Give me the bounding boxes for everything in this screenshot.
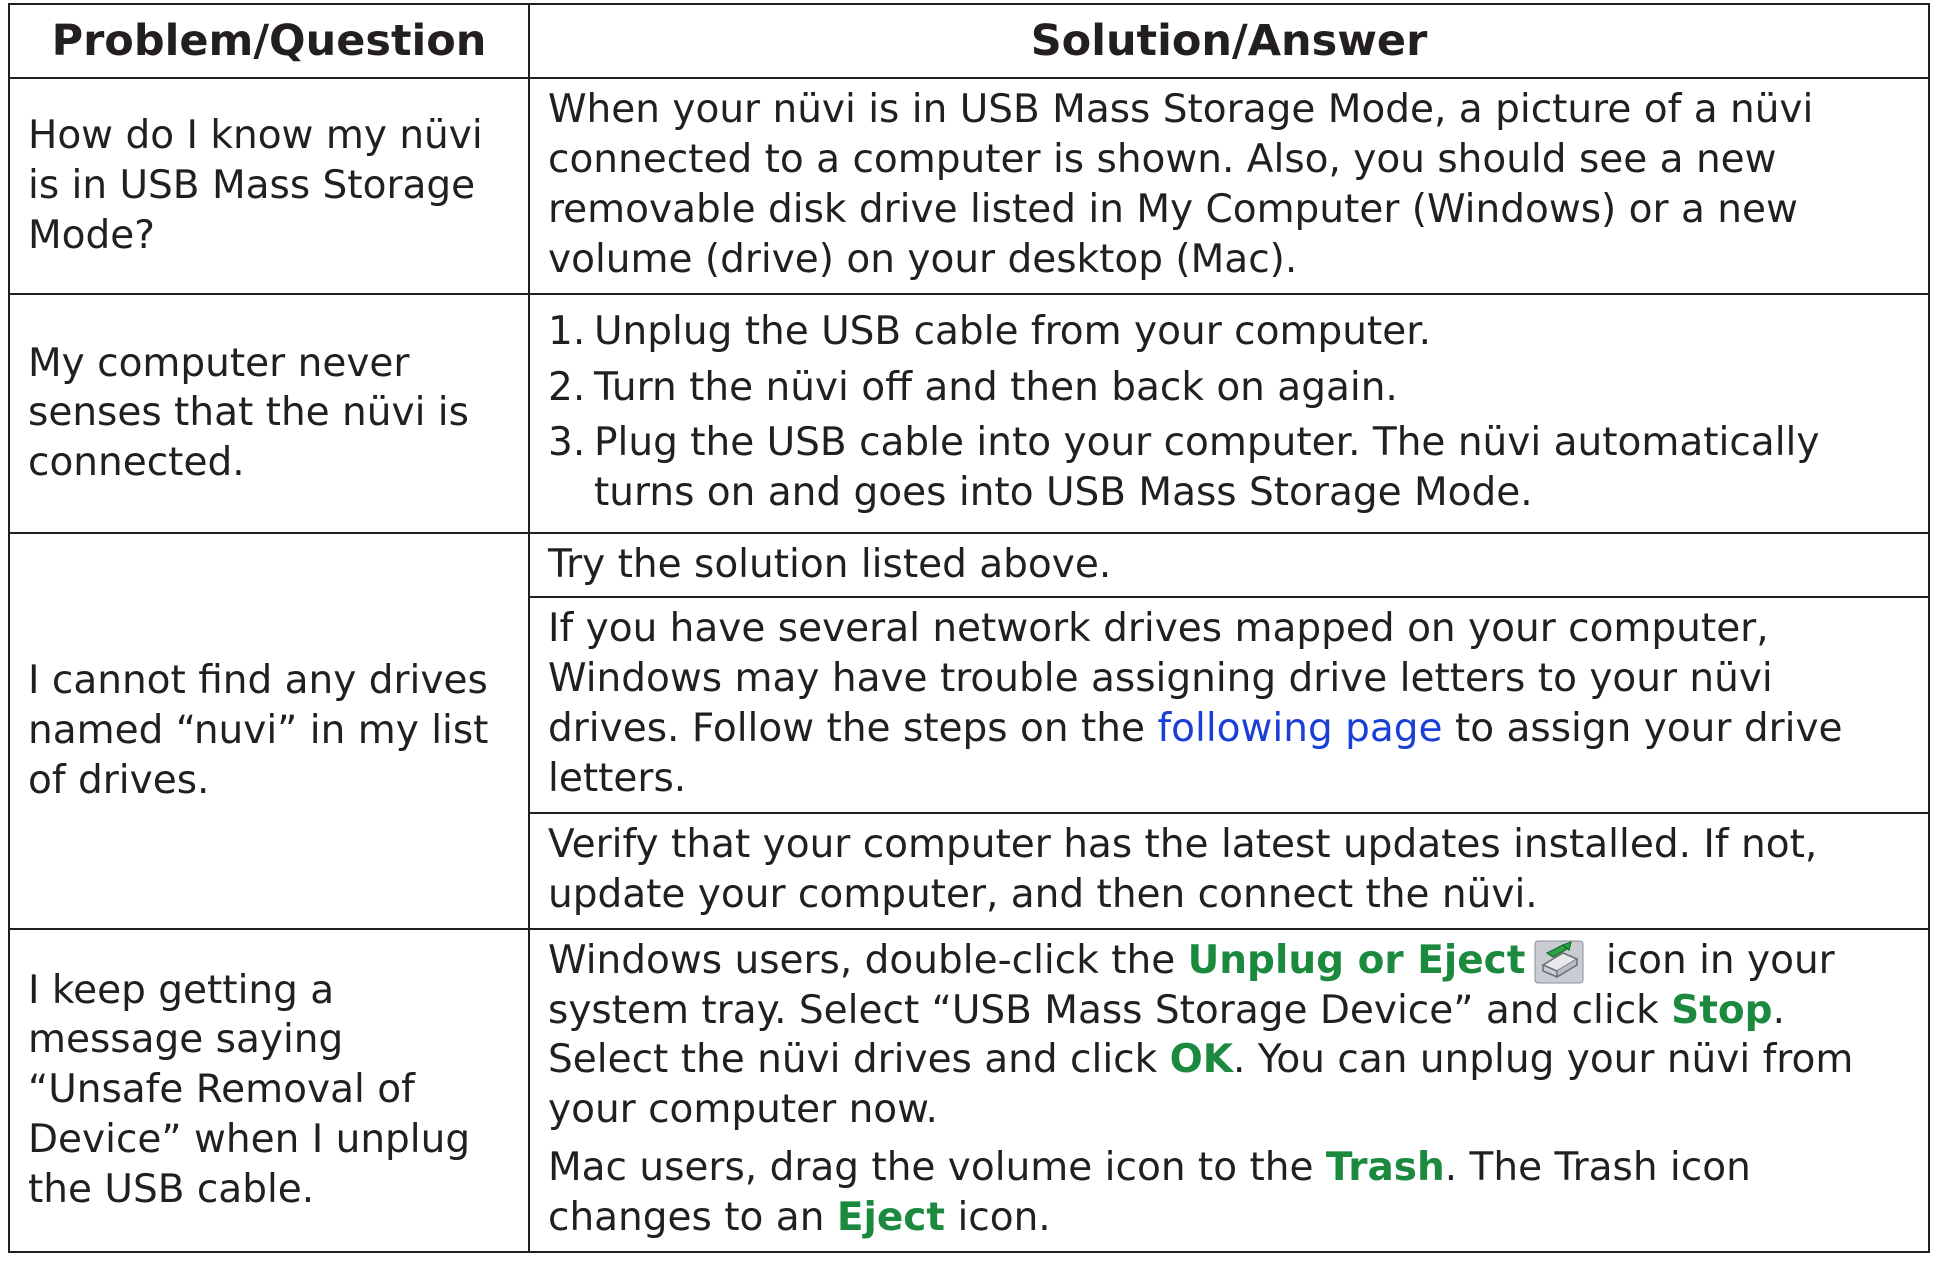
table-row: How do I know my nüvi is in USB Mass Sto… [8, 77, 1930, 295]
following-page-link[interactable]: following page [1157, 706, 1442, 751]
table-row: My computer never senses that the nüvi i… [8, 292, 1930, 535]
step-item: 2. Turn the nüvi off and then back on ag… [548, 363, 1914, 413]
answer-text: icon. [945, 1195, 1051, 1241]
step-item: 1. Unplug the USB cable from your comput… [548, 307, 1914, 357]
ok-label: OK [1169, 1037, 1233, 1083]
step-number: 3. [548, 420, 586, 466]
mac-instructions: Mac users, drag the volume icon to the T… [548, 1143, 1914, 1243]
question-cell: My computer never senses that the nüvi i… [8, 292, 530, 535]
step-text: Turn the nüvi off and then back on again… [594, 364, 1398, 410]
unplug-or-eject-icon [1533, 939, 1585, 985]
question-cell: How do I know my nüvi is in USB Mass Sto… [8, 77, 530, 295]
step-text: Unplug the USB cable from your computer. [594, 308, 1432, 354]
header-solution-answer: Solution/Answer [528, 3, 1930, 79]
answer-cell-steps: 1. Unplug the USB cable from your comput… [528, 292, 1930, 535]
step-text: Plug the USB cable into your computer. T… [594, 420, 1820, 516]
windows-instructions: Windows users, double-click the Unplug o… [548, 936, 1914, 1136]
question-cell: I cannot find any drives named “nuvi” in… [8, 532, 530, 930]
answer-text: Mac users, drag the volume icon to the [548, 1145, 1326, 1191]
troubleshooting-table: Problem/Question Solution/Answer How do … [8, 3, 1930, 1254]
step-number: 1. [548, 308, 586, 354]
header-problem-question: Problem/Question [8, 3, 530, 79]
table-row: I cannot find any drives named “nuvi” in… [8, 532, 1930, 930]
answer-cell: Try the solution listed above. [528, 532, 1930, 599]
table-row: I keep getting a message saying “Unsafe … [8, 927, 1930, 1254]
unplug-or-eject-label: Unplug or Eject [1187, 937, 1526, 983]
eject-label: Eject [836, 1195, 946, 1241]
question-cell: I keep getting a message saying “Unsafe … [8, 927, 530, 1254]
answer-text: Windows users, double-click the [548, 937, 1188, 983]
answer-cell: Verify that your computer has the latest… [528, 811, 1930, 930]
stop-label: Stop [1671, 987, 1773, 1033]
answer-cell: Windows users, double-click the Unplug o… [528, 927, 1930, 1254]
answer-cell: When your nüvi is in USB Mass Storage Mo… [528, 77, 1930, 295]
step-item: 3. Plug the USB cable into your computer… [548, 418, 1914, 518]
answer-cell: If you have several network drives mappe… [528, 596, 1930, 814]
table-header-row: Problem/Question Solution/Answer [8, 3, 1930, 79]
trash-label: Trash [1325, 1145, 1445, 1191]
step-number: 2. [548, 364, 586, 410]
